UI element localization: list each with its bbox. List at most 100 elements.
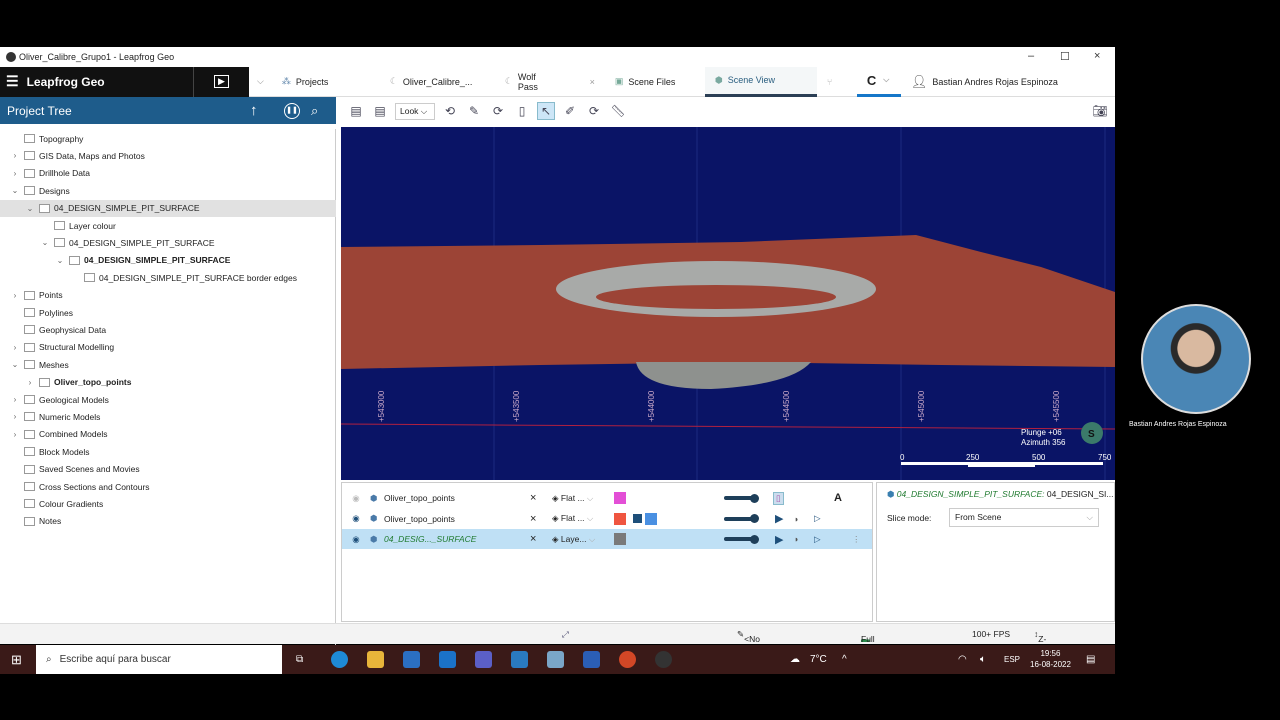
second-colour-swatch[interactable] bbox=[645, 512, 657, 525]
expand-icon[interactable]: › bbox=[10, 412, 20, 421]
play-outline-icon[interactable]: ▷ bbox=[814, 534, 821, 545]
expand-icon[interactable]: › bbox=[10, 151, 20, 160]
axes-icon[interactable]: ⤢ bbox=[562, 629, 569, 640]
leapfrog-taskbar-icon[interactable] bbox=[655, 651, 672, 668]
label-icon[interactable]: A bbox=[834, 492, 842, 504]
close-tab-icon[interactable]: × bbox=[590, 77, 595, 87]
volume-icon[interactable]: 🔈︎ bbox=[980, 654, 986, 665]
weather-icon[interactable]: ☁ bbox=[790, 654, 800, 665]
tree-item[interactable]: ⌄ 04_DESIGN_SIMPLE_PIT_SURFACE bbox=[55, 252, 231, 269]
play-button[interactable]: ▶ bbox=[193, 66, 249, 97]
rotate-icon[interactable]: ⟲ bbox=[441, 102, 459, 120]
tree-item[interactable]: › Oliver_topo_points bbox=[25, 374, 132, 391]
look-dropdown[interactable]: Look ⌵ bbox=[395, 102, 435, 120]
powerpoint-icon[interactable] bbox=[619, 651, 636, 668]
app-menu-button[interactable]: ☰ Leapfrog Geo bbox=[0, 66, 193, 97]
word-icon[interactable] bbox=[583, 651, 600, 668]
legend-toggle-icon[interactable]: ▯ bbox=[773, 491, 784, 505]
layer-row[interactable]: ◉ ⬢ 04_DESIG..._SURFACE × ◈ Laye... ⌵ ▶ ◗… bbox=[342, 529, 872, 549]
expand-icon[interactable]: › bbox=[10, 291, 20, 300]
expand-icon[interactable]: › bbox=[10, 169, 20, 178]
search-icon[interactable]: ⌕ bbox=[311, 103, 318, 119]
tree-item[interactable]: Polylines bbox=[10, 304, 73, 321]
mail-icon[interactable] bbox=[439, 651, 456, 668]
user-account[interactable]: 👤︎ Bastian Andres Rojas Espinoza bbox=[901, 67, 1068, 97]
expand-icon[interactable]: ⌄ bbox=[40, 238, 50, 247]
branch-button[interactable]: ⑂ bbox=[817, 67, 857, 97]
tree-item[interactable]: › Structural Modelling bbox=[10, 339, 114, 356]
tab-wolf-pass[interactable]: ☾ Wolf Pass × bbox=[495, 67, 605, 97]
tree-item[interactable]: Block Models bbox=[10, 443, 90, 460]
remove-layer-icon[interactable]: × bbox=[530, 533, 552, 545]
opacity-slider-handle[interactable] bbox=[750, 493, 759, 503]
scene-window-icon[interactable]: ▤ bbox=[347, 102, 365, 120]
layer-colour-swatch[interactable] bbox=[614, 492, 626, 504]
camera-icon[interactable]: 📷︎ bbox=[1091, 102, 1109, 120]
shading-select[interactable]: ◈ Flat ... ⌵ bbox=[552, 493, 614, 504]
shading-select[interactable]: ◈ Laye... ⌵ bbox=[552, 534, 614, 545]
tree-item[interactable]: › Combined Models bbox=[10, 426, 108, 443]
play-forward-icon[interactable]: ▶ bbox=[775, 533, 783, 546]
tab-scene-files[interactable]: ▣ Scene Files bbox=[605, 67, 705, 97]
expand-icon[interactable]: › bbox=[10, 343, 20, 352]
tab-project[interactable]: ☾ Oliver_Calibre_... bbox=[380, 67, 495, 97]
tabs-dropdown[interactable]: ⌵ bbox=[249, 67, 272, 97]
tree-item[interactable]: Layer colour bbox=[40, 217, 116, 234]
tree-item[interactable]: Saved Scenes and Movies bbox=[10, 461, 140, 478]
tree-item[interactable]: ⌄ 04_DESIGN_SIMPLE_PIT_SURFACE bbox=[40, 234, 215, 251]
tree-item[interactable]: ⌄ Designs bbox=[10, 182, 70, 199]
visibility-eye-icon[interactable]: ◉ bbox=[342, 513, 370, 524]
tray-chevron-icon[interactable]: ^ bbox=[842, 654, 847, 665]
tree-item[interactable]: Cross Sections and Contours bbox=[10, 478, 150, 495]
scene-view-3d[interactable]: +543000 +543500 +544000 +544500 +545000 +5455… bbox=[341, 127, 1115, 480]
slice-half-icon[interactable]: ◗ bbox=[794, 534, 799, 544]
windows-start-icon[interactable]: ⊞ bbox=[11, 652, 22, 668]
remove-layer-icon[interactable]: × bbox=[530, 513, 552, 525]
expand-icon[interactable]: › bbox=[10, 395, 20, 404]
tree-item[interactable]: Colour Gradients bbox=[10, 495, 103, 512]
close-button[interactable]: × bbox=[1094, 50, 1100, 62]
expand-icon[interactable]: ⌄ bbox=[10, 360, 20, 369]
properties-icon[interactable]: ⋮ bbox=[852, 534, 861, 545]
teams-icon[interactable] bbox=[475, 651, 492, 668]
shading-select[interactable]: ◈ Flat ... ⌵ bbox=[552, 513, 614, 524]
layer-row[interactable]: ◉ ⬢ Oliver_topo_points × ◈ Flat ... ⌵ ▯ A bbox=[342, 488, 872, 508]
expand-icon[interactable]: ⌄ bbox=[25, 204, 35, 213]
pause-icon[interactable]: ❚❚ bbox=[284, 102, 300, 119]
layer-colour-swatch[interactable] bbox=[614, 533, 626, 545]
up-arrow-icon[interactable]: ↑ bbox=[250, 102, 258, 119]
tree-item[interactable]: 04_DESIGN_SIMPLE_PIT_SURFACE border edge… bbox=[70, 269, 297, 286]
minimize-button[interactable]: – bbox=[1028, 50, 1034, 62]
expand-icon[interactable]: › bbox=[25, 378, 35, 387]
file-explorer-icon[interactable] bbox=[367, 651, 384, 668]
code-status[interactable]: ✎ <No Code> bbox=[737, 629, 769, 654]
z-scale[interactable]: ↕ Z-Scale 1.0 bbox=[1034, 629, 1060, 664]
sync-button[interactable]: C ⌵ bbox=[856, 67, 901, 97]
wifi-icon[interactable]: ◠ bbox=[958, 654, 967, 665]
opacity-slider-handle[interactable] bbox=[750, 534, 759, 544]
tree-item[interactable]: Topography bbox=[10, 130, 83, 147]
expand-icon[interactable]: ⌄ bbox=[10, 186, 20, 195]
play-outline-icon[interactable]: ▷ bbox=[814, 513, 821, 524]
edge-icon[interactable] bbox=[331, 651, 348, 668]
expand-icon[interactable]: › bbox=[10, 430, 20, 439]
scene-export-icon[interactable]: ▤ bbox=[371, 102, 389, 120]
refresh-icon[interactable]: ⟳ bbox=[489, 102, 507, 120]
expand-icon[interactable]: ⌄ bbox=[55, 256, 65, 265]
visibility-eye-icon[interactable]: ◉ bbox=[342, 493, 370, 504]
tree-item[interactable]: Notes bbox=[10, 513, 61, 530]
tree-item[interactable]: ⌄ 04_DESIGN_SIMPLE_PIT_SURFACE bbox=[0, 199, 336, 217]
tab-projects[interactable]: ⁂ Projects bbox=[272, 67, 380, 97]
tree-item[interactable]: › Numeric Models bbox=[10, 408, 101, 425]
tree-item[interactable]: › GIS Data, Maps and Photos bbox=[10, 147, 145, 164]
checkbox[interactable] bbox=[633, 514, 642, 523]
opacity-slider-handle[interactable] bbox=[750, 514, 759, 523]
remove-layer-icon[interactable]: × bbox=[530, 492, 552, 504]
play-forward-icon[interactable]: ▶ bbox=[775, 512, 783, 525]
taskbar-search[interactable]: ⌕ Escribe aquí para buscar bbox=[36, 645, 282, 674]
layer-colour-swatch[interactable] bbox=[614, 512, 626, 525]
tree-item[interactable]: › Drillhole Data bbox=[10, 165, 90, 182]
tree-item[interactable]: › Geological Models bbox=[10, 391, 109, 408]
photos-icon[interactable] bbox=[511, 651, 528, 668]
draw-icon[interactable]: ✐ bbox=[561, 102, 579, 120]
